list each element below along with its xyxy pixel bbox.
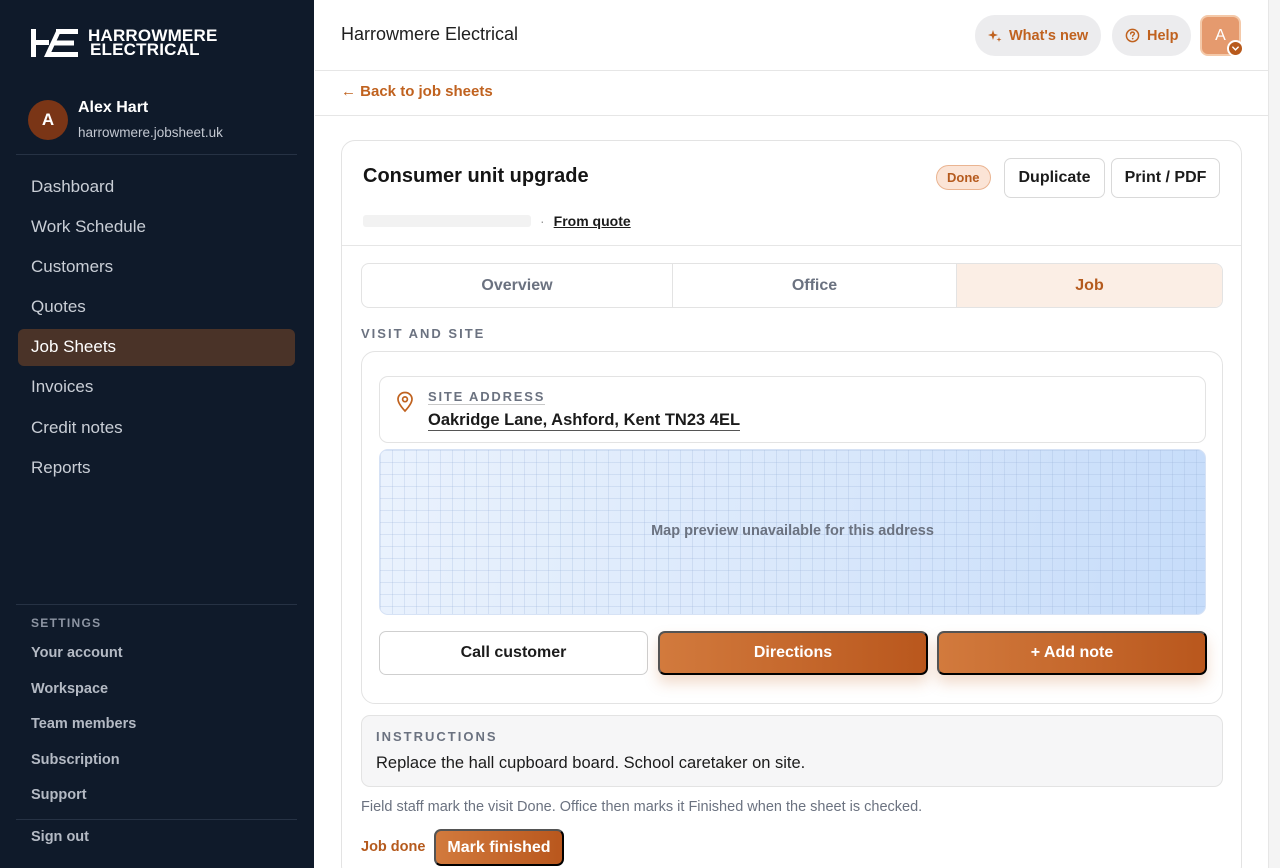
nav-item-customers[interactable]: Customers — [18, 248, 295, 285]
back-to-job-sheets-link[interactable]: ← Back to job sheets — [341, 83, 493, 100]
brand-logo[interactable]: HARROWMERE ELECTRICAL — [30, 27, 218, 59]
map-unavailable-text: Map preview unavailable for this address — [651, 523, 934, 539]
profile[interactable]: A Alex Hart harrowmere.jobsheet.uk — [28, 99, 223, 140]
scrollbar[interactable] — [1268, 0, 1280, 868]
whats-new-label: What's new — [1009, 27, 1089, 44]
brand-line2: ELECTRICAL — [90, 40, 200, 59]
site-address-box[interactable]: SITE ADDRESS Oakridge Lane, Ashford, Ken… — [379, 376, 1206, 443]
chevron-down-icon — [1227, 40, 1244, 57]
job-done-label: Job done — [361, 839, 426, 855]
site-address-value[interactable]: Oakridge Lane, Ashford, Kent TN23 4EL — [428, 411, 741, 431]
tab-job[interactable]: Job — [956, 264, 1222, 307]
sidebar: HARROWMERE ELECTRICAL A Alex Hart harrow… — [0, 0, 314, 868]
main-content: Harrowmere Electrical What's new Help A … — [315, 0, 1268, 868]
instructions-box: INSTRUCTIONS Replace the hall cupboard b… — [361, 715, 1223, 787]
print-pdf-button[interactable]: Print / PDF — [1111, 158, 1220, 198]
nav-item-dashboard[interactable]: Dashboard — [18, 168, 295, 205]
settings-item-subscription[interactable]: Subscription — [31, 749, 136, 785]
divider — [342, 245, 1241, 246]
visit-panel: SITE ADDRESS Oakridge Lane, Ashford, Ken… — [361, 351, 1223, 704]
divider — [16, 154, 297, 155]
settings-item-support[interactable]: Support — [31, 784, 136, 820]
settings-heading: SETTINGS — [31, 616, 102, 630]
separator-dot: · — [540, 213, 545, 229]
map-pin-icon — [397, 391, 413, 413]
settings-list: Your account Workspace Team members Subs… — [31, 642, 136, 820]
directions-button[interactable]: Directions — [658, 631, 928, 675]
job-subline: · From quote — [363, 213, 631, 229]
from-quote-link[interactable]: From quote — [554, 213, 631, 229]
nav-item-job-sheets[interactable]: Job Sheets — [18, 328, 295, 366]
main-nav: Dashboard Work Schedule Customers Quotes… — [18, 168, 295, 490]
visit-section-heading: VISIT AND SITE — [361, 326, 486, 341]
add-note-button[interactable]: + Add note — [937, 631, 1207, 675]
mark-finished-button[interactable]: Mark finished — [434, 829, 564, 866]
top-bar: Harrowmere Electrical What's new Help A — [315, 0, 1268, 71]
job-title: Consumer unit upgrade — [363, 165, 589, 187]
back-bar: ← Back to job sheets — [315, 71, 1268, 116]
field-note: Field staff mark the visit Done. Office … — [361, 799, 923, 815]
nav-item-invoices[interactable]: Invoices — [18, 369, 295, 406]
tab-office[interactable]: Office — [672, 264, 956, 307]
sparkle-icon — [988, 29, 1002, 42]
settings-item-workspace[interactable]: Workspace — [31, 678, 136, 714]
nav-item-quotes[interactable]: Quotes — [18, 289, 295, 326]
whats-new-button[interactable]: What's new — [975, 15, 1102, 56]
settings-item-your-account[interactable]: Your account — [31, 642, 136, 678]
duplicate-button[interactable]: Duplicate — [1004, 158, 1105, 198]
profile-domain: harrowmere.jobsheet.uk — [78, 125, 223, 140]
avatar: A — [28, 99, 68, 140]
brand-name: HARROWMERE ELECTRICAL — [88, 27, 218, 59]
job-tabs: Overview Office Job — [361, 263, 1223, 308]
job-card: Consumer unit upgrade Done Duplicate Pri… — [341, 140, 1242, 868]
logo-mark-icon — [31, 29, 78, 57]
status-badge: Done — [936, 165, 991, 190]
tab-overview[interactable]: Overview — [362, 264, 672, 307]
site-address-label: SITE ADDRESS — [428, 389, 546, 405]
user-initial: A — [1215, 26, 1226, 44]
nav-item-work-schedule[interactable]: Work Schedule — [18, 208, 295, 245]
settings-item-team-members[interactable]: Team members — [31, 713, 136, 749]
help-icon — [1125, 28, 1140, 43]
call-customer-button[interactable]: Call customer — [379, 631, 648, 675]
app-title: Harrowmere Electrical — [341, 24, 519, 44]
sign-out-link[interactable]: Sign out — [31, 829, 89, 845]
user-menu-button[interactable]: A — [1200, 15, 1244, 57]
instructions-text: Replace the hall cupboard board. School … — [376, 754, 806, 772]
help-label: Help — [1147, 27, 1179, 44]
nav-item-reports[interactable]: Reports — [18, 449, 295, 486]
divider — [16, 819, 297, 820]
instructions-heading: INSTRUCTIONS — [376, 729, 498, 744]
profile-name: Alex Hart — [78, 99, 149, 116]
faded-meta — [363, 215, 531, 227]
divider — [16, 604, 297, 605]
nav-item-credit-notes[interactable]: Credit notes — [18, 409, 295, 446]
help-button[interactable]: Help — [1112, 15, 1192, 56]
map-preview: Map preview unavailable for this address — [379, 449, 1206, 615]
